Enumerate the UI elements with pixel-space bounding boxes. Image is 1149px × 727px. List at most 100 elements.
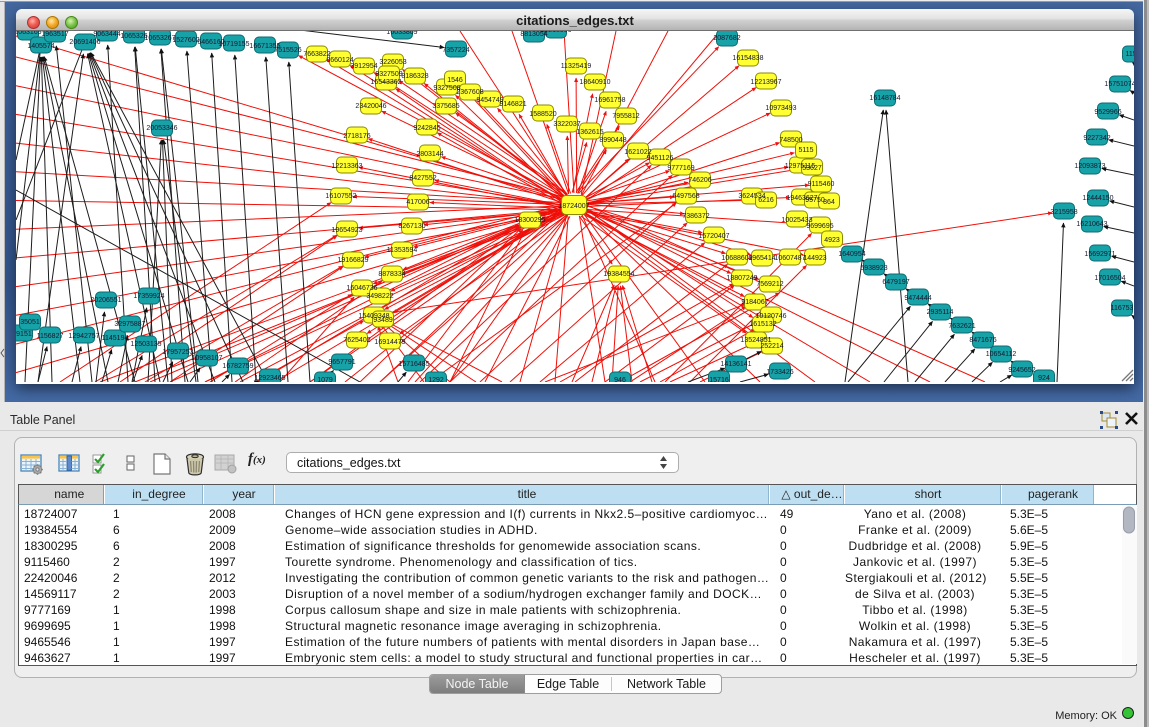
svg-text:9184067: 9184067 [741, 299, 768, 306]
svg-text:9245652: 9245652 [1008, 367, 1035, 374]
svg-text:15692971: 15692971 [1084, 251, 1115, 258]
svg-text:8267130: 8267130 [398, 223, 425, 230]
svg-text:12923465: 12923465 [254, 375, 285, 382]
svg-text:10719155: 10719155 [218, 41, 249, 48]
svg-text:19218506: 19218506 [540, 31, 571, 34]
svg-text:35051: 35051 [20, 319, 40, 326]
svg-text:10654112: 10654112 [986, 351, 1017, 358]
svg-text:9777169: 9777169 [667, 165, 694, 172]
svg-text:1615132: 1615132 [749, 321, 776, 328]
svg-text:946: 946 [614, 377, 626, 382]
svg-text:10958107: 10958107 [191, 355, 222, 362]
svg-text:39151: 39151 [16, 331, 32, 338]
svg-text:748500: 748500 [779, 137, 802, 144]
svg-text:15716: 15716 [709, 377, 729, 382]
svg-text:20691406: 20691406 [69, 39, 100, 46]
svg-text:15751074: 15751074 [1104, 81, 1134, 88]
svg-text:12213363: 12213363 [331, 163, 362, 170]
svg-text:10120746: 10120746 [755, 313, 786, 320]
svg-text:2367608: 2367608 [456, 89, 483, 96]
svg-text:1145194: 1145194 [102, 335, 129, 342]
svg-text:16107552: 16107552 [325, 193, 356, 200]
svg-text:7632621: 7632621 [948, 323, 975, 330]
svg-text:18724007: 18724007 [558, 203, 589, 210]
svg-text:8186328: 8186328 [401, 73, 428, 80]
svg-text:1362615: 1362615 [576, 129, 603, 136]
svg-text:10607487: 10607487 [774, 255, 805, 262]
svg-text:2063169: 2063169 [16, 31, 42, 36]
svg-text:5115: 5115 [798, 147, 813, 154]
svg-text:9242845: 9242845 [413, 125, 440, 132]
svg-text:11353594: 11353594 [387, 247, 418, 254]
svg-text:9115460: 9115460 [808, 181, 835, 188]
svg-text:93489: 93489 [373, 317, 393, 324]
svg-text:20053346: 20053346 [146, 125, 177, 132]
svg-text:144923: 144923 [803, 255, 826, 262]
svg-text:16148784: 16148784 [869, 95, 900, 102]
svg-text:5938923: 5938923 [860, 265, 887, 272]
svg-text:17016504: 17016504 [1094, 275, 1125, 282]
svg-text:16046736: 16046736 [346, 285, 377, 292]
svg-text:1151: 1151 [1125, 51, 1134, 58]
svg-text:3322037: 3322037 [553, 121, 580, 128]
svg-text:2935114: 2935114 [927, 309, 954, 316]
svg-text:9146821: 9146821 [499, 101, 526, 108]
svg-text:1292: 1292 [428, 377, 444, 382]
svg-text:14136141: 14136141 [720, 361, 751, 368]
svg-text:7515526: 7515526 [274, 47, 301, 54]
svg-text:18807249: 18807249 [726, 275, 757, 282]
svg-text:16210643: 16210643 [1076, 221, 1107, 228]
svg-text:16543362: 16543362 [370, 79, 401, 86]
svg-text:1546: 1546 [447, 77, 463, 84]
svg-text:12444150: 12444150 [1082, 195, 1113, 202]
svg-text:9063444: 9063444 [93, 31, 120, 38]
svg-text:9227342: 9227342 [1083, 135, 1110, 142]
svg-text:16033809: 16033809 [386, 31, 417, 36]
svg-text:8990448: 8990448 [599, 137, 626, 144]
svg-text:7386372: 7386372 [682, 213, 709, 220]
svg-text:7357224: 7357224 [442, 47, 469, 54]
svg-text:9529966: 9529966 [1094, 109, 1121, 116]
svg-text:8471676: 8471676 [969, 337, 996, 344]
svg-text:6497568: 6497568 [672, 193, 699, 200]
svg-text:3226053: 3226053 [379, 59, 406, 66]
svg-text:1405574: 1405574 [27, 43, 54, 50]
svg-text:1588520: 1588520 [529, 111, 556, 118]
svg-text:18640910: 18640910 [579, 79, 610, 86]
svg-text:7955812: 7955812 [612, 113, 639, 120]
svg-text:23420046: 23420046 [355, 103, 386, 110]
svg-text:15716485: 15716485 [398, 361, 429, 368]
svg-text:16154838: 16154838 [732, 55, 763, 62]
svg-text:1963517: 1963517 [41, 31, 68, 38]
svg-text:864: 864 [823, 199, 835, 206]
svg-text:7625402: 7625402 [343, 337, 370, 344]
svg-text:3912954: 3912954 [350, 63, 377, 70]
svg-text:6479197: 6479197 [882, 279, 909, 286]
svg-text:16782759: 16782759 [222, 363, 253, 370]
svg-text:32975887: 32975887 [114, 321, 145, 328]
svg-text:9474444: 9474444 [904, 295, 931, 302]
svg-text:417006: 417006 [406, 199, 429, 206]
svg-text:3375685: 3375685 [432, 103, 459, 110]
svg-text:1079: 1079 [317, 377, 333, 382]
svg-text:924: 924 [1038, 375, 1050, 382]
svg-text:2803144: 2803144 [416, 151, 443, 158]
svg-text:1156827: 1156827 [37, 333, 64, 340]
svg-text:18300295: 18300295 [514, 217, 545, 224]
svg-text:20206551: 20206551 [90, 297, 121, 304]
svg-text:4923: 4923 [824, 237, 840, 244]
svg-text:17359924: 17359924 [133, 293, 164, 300]
svg-text:10973493: 10973493 [765, 105, 796, 112]
svg-text:8427552: 8427552 [409, 175, 436, 182]
svg-text:8878334: 8878334 [378, 271, 405, 278]
svg-text:9657791: 9657791 [328, 359, 355, 366]
svg-text:3498222: 3498222 [366, 293, 393, 300]
svg-text:12942757: 12942757 [68, 333, 99, 340]
svg-text:19384554: 19384554 [603, 271, 634, 278]
svg-text:2718176: 2718176 [343, 133, 370, 140]
svg-text:16961758: 16961758 [594, 97, 625, 104]
svg-text:17957253: 17957253 [162, 349, 193, 356]
svg-text:9451126: 9451126 [647, 155, 674, 162]
svg-text:1733426: 1733426 [766, 369, 793, 376]
svg-text:2087682: 2087682 [713, 35, 740, 42]
